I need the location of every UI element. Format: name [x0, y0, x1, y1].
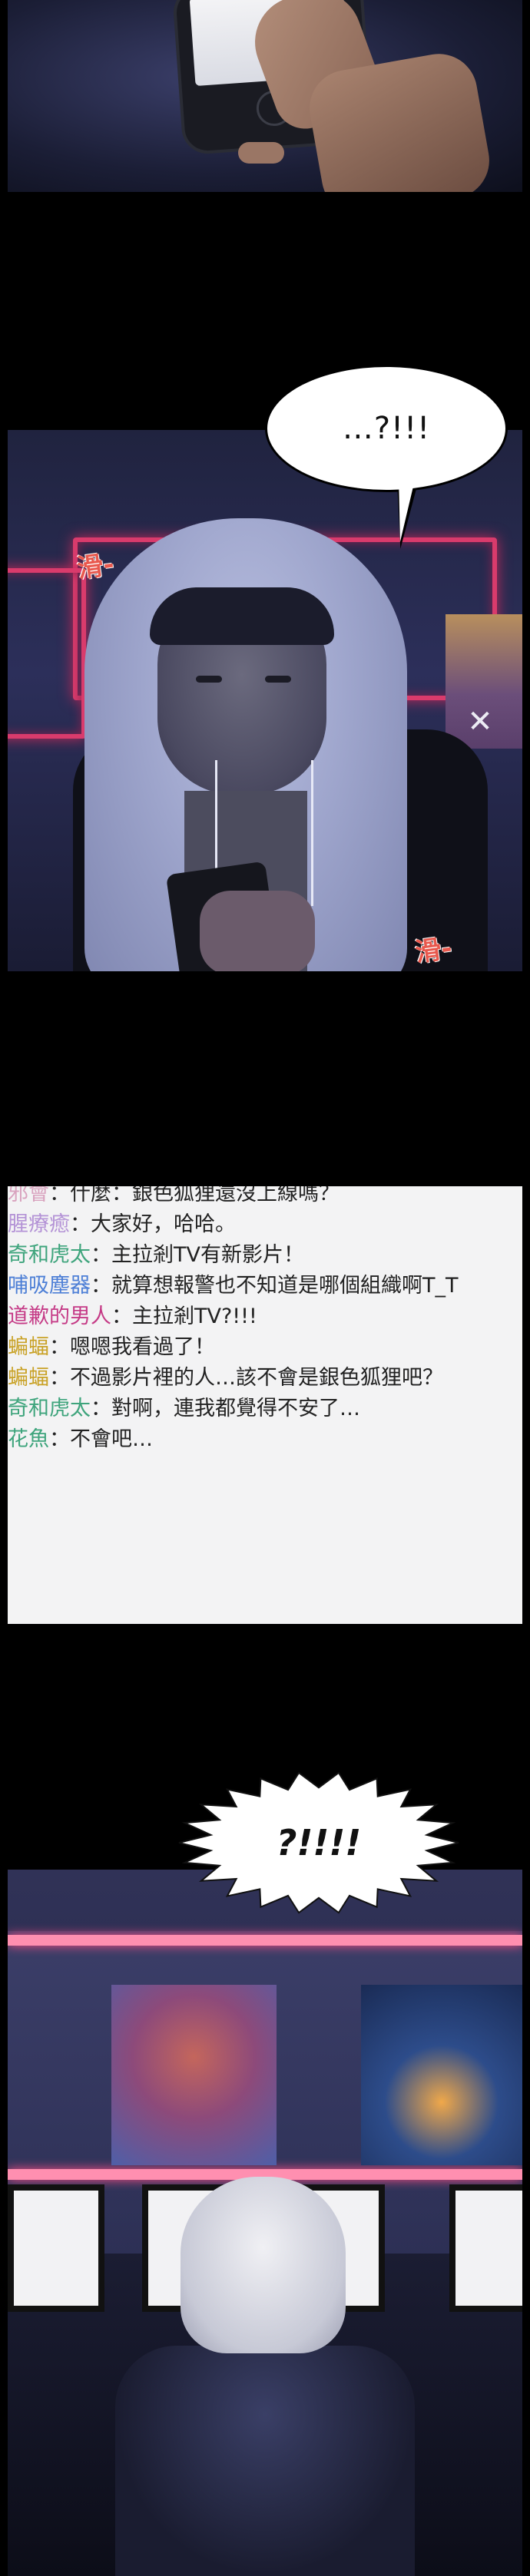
- chat-username: 蝙蝠: [8, 1335, 49, 1359]
- chat-username: 花魚: [8, 1427, 49, 1451]
- chat-message: 蝙蝠：嗯嗯我看過了！: [8, 1332, 215, 1363]
- chat-separator: ：: [49, 1366, 70, 1390]
- chat-message: 蝙蝠：不過影片裡的人…該不會是銀色狐狸吧？: [8, 1363, 443, 1394]
- chat-username: 道歉的男人: [8, 1305, 111, 1328]
- chat-text: 嗯嗯我看過了！: [70, 1335, 215, 1359]
- panel-live-chat: 邪會：什麼：銀色狐狸還沒上線嗎？ 腥療癒：大家好，哈哈。 奇和虎太：主拉剎TV有新影…: [8, 1186, 522, 1624]
- chat-message: 腥療癒：大家好，哈哈。: [8, 1209, 236, 1240]
- chat-separator: ：: [70, 1212, 91, 1236]
- chat-message: 奇和虎太：主拉剎TV有新影片！: [8, 1240, 304, 1271]
- panel-hooded-man: ✕ 滑- 滑-: [8, 430, 522, 971]
- chat-text: 什麼：銀色狐狸還沒上線嗎？: [70, 1186, 340, 1205]
- hooded-figure: [181, 2177, 346, 2353]
- chat-username: 邪會: [8, 1186, 49, 1205]
- hand: [200, 891, 315, 971]
- dragon-poster: [361, 1985, 522, 2165]
- chat-separator: ：: [49, 1335, 70, 1359]
- monitor: [449, 2184, 522, 2312]
- chat-message: 道歉的男人：主拉剎TV?!!!: [8, 1301, 257, 1332]
- chat-separator: ：: [49, 1186, 70, 1205]
- chat-separator: ：: [91, 1274, 111, 1298]
- chat-message: 奇和虎太：對啊，連我都覺得不安了…: [8, 1394, 360, 1424]
- speech-text: …?!!!: [342, 411, 431, 446]
- hoodie-drawstring: [311, 760, 313, 906]
- sfx-slide-left: 滑-: [75, 548, 117, 585]
- chat-text: 就算想報警也不知道是哪個組織啊T_T: [111, 1274, 459, 1298]
- chat-message: 花魚：不會吧…: [8, 1424, 153, 1455]
- monitor: [8, 2184, 104, 2312]
- chat-message: 哺吸塵器：就算想報警也不知道是哪個組織啊T_T: [8, 1271, 459, 1301]
- chat-text: 大家好，哈哈。: [91, 1212, 236, 1236]
- panel-internet-cafe: [8, 1870, 522, 2576]
- chat-text: 不過影片裡的人…該不會是銀色狐狸吧？: [70, 1366, 443, 1390]
- monster-poster: [111, 1985, 277, 2165]
- finger: [238, 142, 284, 164]
- chat-separator: ：: [91, 1243, 111, 1267]
- chat-separator: ：: [49, 1427, 70, 1451]
- neon-frame-left: [8, 568, 86, 739]
- shout-bubble: ?!!!!: [177, 1770, 461, 1916]
- right-eye: [265, 676, 291, 683]
- chat-username: 奇和虎太: [8, 1397, 91, 1420]
- left-eye: [196, 676, 222, 683]
- hair: [150, 587, 334, 645]
- chat-separator: ：: [91, 1397, 111, 1420]
- chat-separator: ：: [111, 1305, 132, 1328]
- chat-username: 腥療癒: [8, 1212, 70, 1236]
- chat-text: 主拉剎TV有新影片！: [111, 1243, 304, 1267]
- chat-text: 對啊，連我都覺得不安了…: [111, 1397, 360, 1420]
- sfx-slide-right: 滑-: [412, 932, 455, 969]
- panel-phone-closeup: [8, 0, 522, 192]
- chat-username: 奇和虎太: [8, 1243, 91, 1267]
- gaming-chair: [115, 2346, 415, 2576]
- chat-message: 邪會：什麼：銀色狐狸還沒上線嗎？: [8, 1186, 340, 1209]
- chat-text: 不會吧…: [70, 1427, 153, 1451]
- chat-username: 蝙蝠: [8, 1366, 49, 1390]
- shout-text: ?!!!!: [276, 1822, 362, 1863]
- poster-x-mark: ✕: [467, 705, 493, 739]
- neon-light-strip: [8, 1935, 522, 1946]
- speech-bubble: …?!!!: [265, 365, 508, 492]
- chat-username: 哺吸塵器: [8, 1274, 91, 1298]
- chat-text: 主拉剎TV?!!!: [132, 1305, 257, 1328]
